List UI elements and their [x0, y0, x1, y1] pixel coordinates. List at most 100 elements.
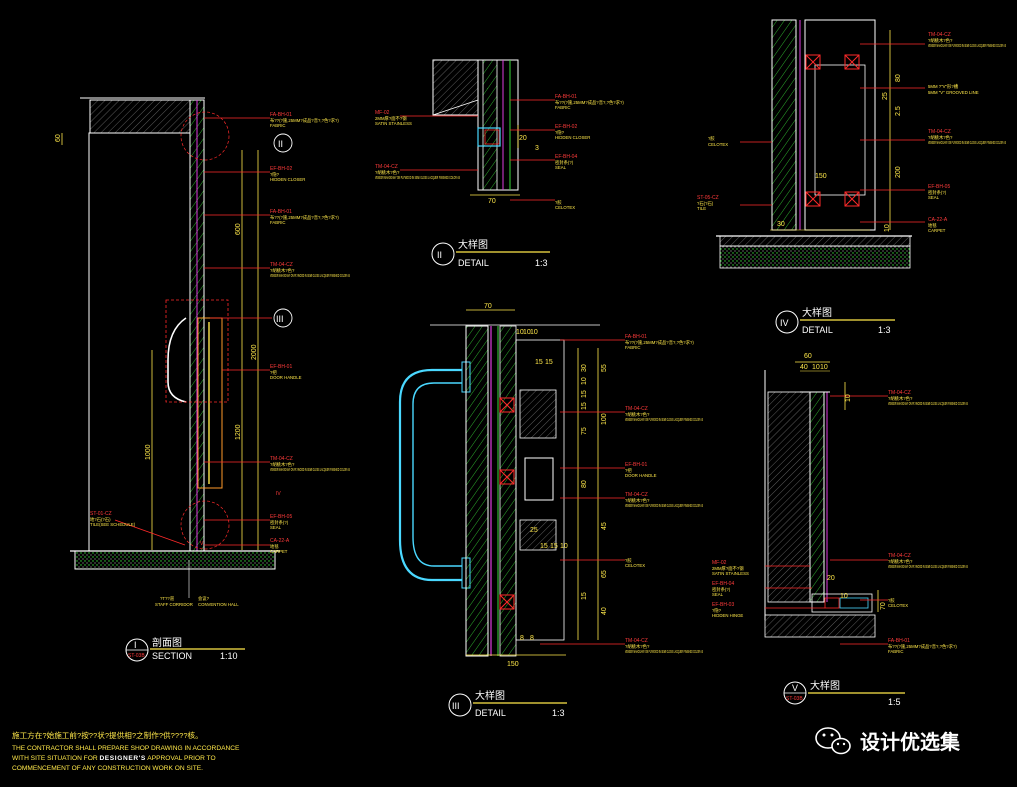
- callout-en: TILE: [697, 206, 706, 211]
- detail-II-number: II: [437, 250, 442, 260]
- callout-en: VENEER MAHOGANY ON PLYWOOD IN SEMI GLOSS…: [270, 273, 350, 278]
- bottom-label-en: CONVENTION HALL: [198, 602, 239, 607]
- section-I-number: I: [134, 640, 137, 650]
- detail-IV-dim: 10: [884, 224, 891, 232]
- footnote-en-line2-c: APPROVAL PRIOR TO: [146, 755, 216, 762]
- callout-en: FABRIC: [625, 345, 641, 350]
- section-I-title-block: ?T??道 会议? STAFF CORRIDOR CONVENTION HALL…: [125, 560, 245, 662]
- detail-III-dim: 75: [581, 427, 588, 435]
- callout-en: SATIN STAINLESS: [375, 121, 412, 126]
- callout-en: SEAL: [712, 592, 724, 597]
- callout-en: DOOR HANDLE: [270, 375, 302, 380]
- section-I-dim-2: 600: [235, 223, 242, 235]
- callout-en: HIDDEN CLOSER: [555, 135, 590, 140]
- detail-II-dim-3: 70: [488, 198, 496, 205]
- detail-IV-drawing: [716, 19, 925, 269]
- callout-en: CELOTEX: [625, 563, 645, 568]
- detail-IV-scale: 1:3: [878, 325, 891, 335]
- section-I-dim-4: 1200: [235, 424, 242, 440]
- detail-V-dim: 70: [880, 602, 887, 610]
- section-I-title-en: SECTION: [152, 651, 192, 661]
- section-I-title-cn: 剖面图: [152, 636, 182, 649]
- section-I-dimensions: 60 600 2000 1200 1000: [55, 134, 258, 460]
- detail-V-dim: 10: [845, 394, 852, 402]
- detail-V-title-cn: 大样图: [810, 679, 840, 692]
- callout-en: VENEER MAHOGANY ON PLYWOOD IN SEMI GLOSS…: [888, 401, 968, 406]
- detail-IV-dim: 150: [815, 173, 827, 180]
- section-I-tag: ST-03B: [128, 653, 145, 659]
- detail-II-title-cn: 大样图: [458, 238, 488, 251]
- detail-V-dim: 10: [820, 364, 828, 371]
- detail-III-dim: 10: [560, 543, 568, 550]
- detail-II-callouts: MF-02 2MM厚?面不?钢 SATIN STAINLESS TM-04-CZ…: [375, 94, 624, 210]
- detail-III-dim: 100: [601, 413, 608, 425]
- footnote-cn: 施工方在?始施工前?按??状?提供相?之制作?供????核。: [12, 730, 203, 740]
- callout-en: SATIN STAINLESS: [712, 571, 749, 576]
- callout-en: CELOTEX: [708, 142, 728, 147]
- detail-V-dim: 10: [840, 593, 848, 600]
- callout-cn: ?胶: [708, 135, 715, 142]
- callout-en: VENEER MAHOGANY ON PLYWOOD IN SEMI GLOSS…: [625, 649, 703, 654]
- watermark: 设计优选集: [815, 727, 961, 755]
- circle-tag-II: II: [278, 139, 283, 149]
- detail-III-dim: 15: [540, 543, 548, 550]
- callout-en: HIDDEN HINGE: [712, 613, 743, 618]
- detail-III-dim: 15: [550, 543, 558, 550]
- bottom-label-en: STAFF CORRIDOR: [155, 602, 193, 607]
- callout-en: VENEER MAHOGANY ON PLYWOOD IN SEMI GLOSS…: [375, 175, 460, 180]
- callout-en: VENEER MAHOGANY ON PLYWOOD IN SEMI GLOSS…: [928, 140, 1006, 145]
- detail-V-callouts: TM-04-CZ ?胡桃木?色? VENEER MAHOGANY ON PLYW…: [712, 390, 968, 654]
- detail-III-dim: 80: [581, 480, 588, 488]
- callout-en: FABRIC: [270, 220, 286, 225]
- detail-III-dim: 15: [581, 390, 588, 398]
- watermark-text: 设计优选集: [860, 730, 961, 754]
- section-I-dim-5: 1000: [145, 444, 152, 460]
- detail-IV-dim: 200: [895, 166, 902, 178]
- callout-en: VENEER MAHOGANY ON PLYWOOD IN SEMI GLOSS…: [928, 43, 1006, 48]
- detail-III-dim: 8: [520, 635, 524, 642]
- callout-en: CARPET: [928, 228, 946, 233]
- callout-en: FABRIC: [888, 649, 904, 654]
- detail-III-dim: 65: [601, 570, 608, 578]
- footnote-en-line2: WITH SITE SITUATION FOR DESIGNER'S APPRO…: [12, 755, 216, 762]
- callout-en: VENEER MAHOGANY ON PLYWOOD IN SEMI GLOSS…: [625, 503, 703, 508]
- callout-en: SEAL: [555, 165, 567, 170]
- detail-III-drawing: [398, 309, 625, 657]
- detail-V-dim: 10: [812, 364, 820, 371]
- detail-III-dim: 15: [581, 592, 588, 600]
- detail-IV-dim: 2.5: [895, 106, 902, 116]
- section-I-callout-circles: II III IV V: [200, 133, 293, 547]
- detail-III-dim: 70: [484, 303, 492, 310]
- contractor-footnote: 施工方在?始施工前?按??状?提供相?之制作?供????核。 THE CONTR…: [12, 730, 240, 772]
- bottom-label: 会议?: [198, 595, 210, 602]
- detail-III-dim: 8: [530, 635, 534, 642]
- detail-III-dim: 55: [601, 364, 608, 372]
- callout-en: SEAL: [928, 195, 940, 200]
- callout-en: TILE(SEE SCHEDULE): [90, 522, 136, 527]
- callout-en: HIDDEN CLOSER: [270, 177, 305, 182]
- detail-II-title-en: DETAIL: [458, 258, 489, 268]
- callout-en: 5MM "V" GROOVED LINE: [928, 90, 979, 95]
- detail-IV-dim: 80: [895, 74, 902, 82]
- detail-III-dim: 15: [545, 359, 553, 366]
- callout-en: FABRIC: [555, 105, 571, 110]
- section-I-scale: 1:10: [220, 651, 238, 661]
- callout-en: VENEER MAHOGANY ON PLYWOOD IN SEMI GLOSS…: [625, 417, 703, 422]
- section-I-drawing: [61, 97, 280, 570]
- detail-IV-dim: 30: [777, 221, 785, 228]
- footnote-en-line3: COMMENCEMENT OF ANY CONSTRUCTION WORK ON…: [12, 765, 203, 772]
- callout-en: CELOTEX: [888, 603, 908, 608]
- detail-III-dim: 30: [581, 364, 588, 372]
- detail-III-callouts: FA-BH-01 布??(?施,25MM?成品?音?,?色?求?) FABRIC…: [625, 334, 703, 654]
- detail-II-dim-1: 20: [519, 135, 527, 142]
- detail-III-dim: 10: [581, 377, 588, 385]
- detail-V-drawing: [764, 361, 888, 645]
- detail-IV-number: IV: [780, 318, 789, 328]
- wechat-icon: [815, 727, 851, 755]
- circle-tag-III: III: [276, 314, 284, 324]
- detail-II-title-block: II 大样图 DETAIL 1:3: [431, 238, 550, 268]
- detail-III-dim: 45: [601, 522, 608, 530]
- detail-IV-dim: 25: [882, 92, 889, 100]
- detail-III-scale: 1:3: [552, 708, 565, 718]
- detail-V-scale: 1:5: [888, 697, 901, 707]
